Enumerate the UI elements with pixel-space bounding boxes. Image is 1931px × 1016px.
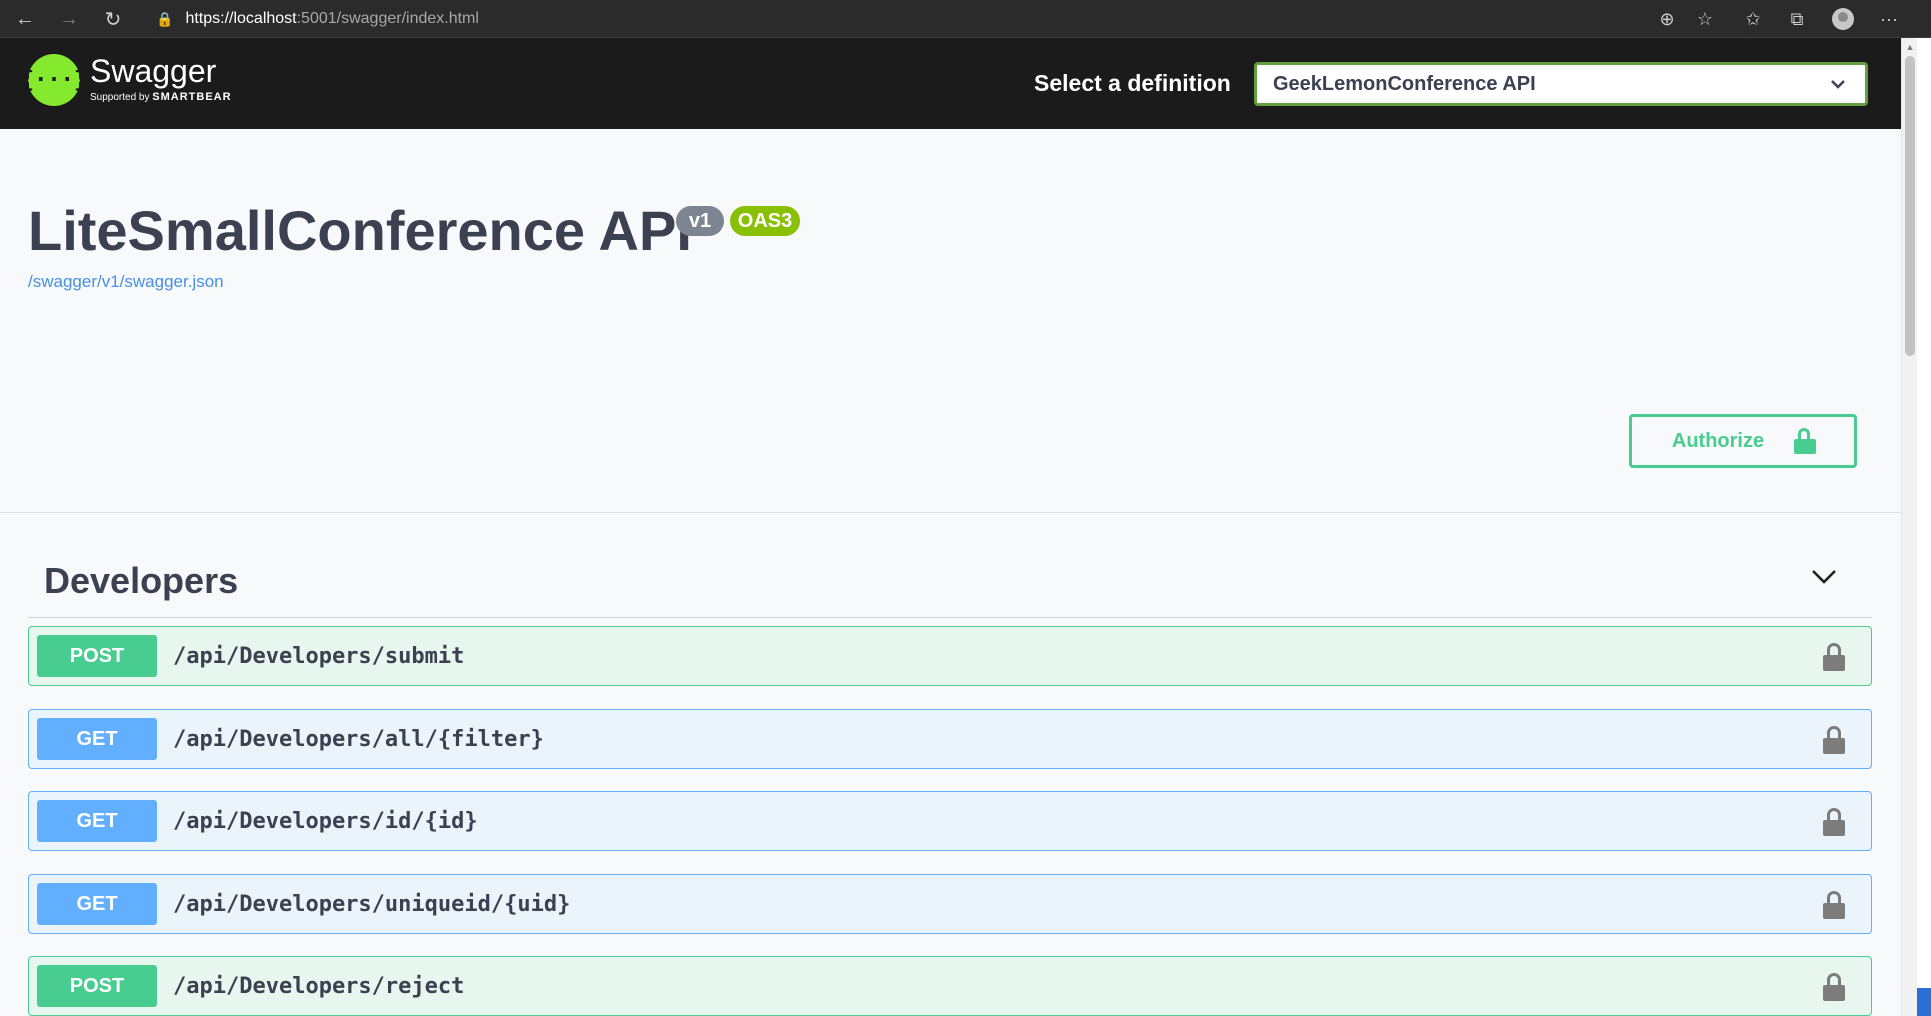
chevron-down-icon [1829,73,1847,100]
operation-post-reject[interactable]: POST /api/Developers/reject [28,956,1872,1016]
add-favorite-icon[interactable]: ☆ [1690,4,1720,34]
method-badge: POST [37,635,157,677]
url-path: :5001/swagger/index.html [296,10,479,27]
address-bar[interactable]: 🔒 https://localhost:5001/swagger/index.h… [142,4,1762,34]
definition-label: Select a definition [1034,70,1231,96]
logo-text: Swagger Supported by SMARTBEAR [90,54,232,105]
operation-get-all[interactable]: GET /api/Developers/all/{filter} [28,709,1872,769]
profile-icon[interactable] [1828,4,1858,34]
logo-sub-brand: SMARTBEAR [152,91,232,103]
logo-sub-prefix: Supported by [90,92,153,103]
section-divider [0,512,1901,513]
browser-toolbar: ← → ↻ 🔒 https://localhost:5001/swagger/i… [0,0,1931,38]
method-badge: GET [37,883,157,925]
authorize-button[interactable]: Authorize [1629,414,1857,468]
favorites-icon[interactable]: ✩ [1738,4,1768,34]
window-edge [1917,38,1931,1016]
window-edge-accent [1917,988,1931,1016]
swagger-logo-icon: {···} [21,54,87,106]
unlock-icon [1794,428,1817,454]
lock-icon[interactable] [1823,891,1845,919]
lock-icon[interactable]: 🔒 [156,11,173,28]
operation-path: /api/Developers/id/{id} [173,808,478,834]
definition-selected-value: GeekLemonConference API [1273,72,1536,95]
operation-path: /api/Developers/reject [173,973,465,999]
lock-icon[interactable] [1823,643,1845,671]
more-icon[interactable]: ··· [1874,4,1904,34]
forward-icon[interactable]: → [54,4,84,34]
logo-sub: Supported by SMARTBEAR [90,90,232,105]
tag-header-developers[interactable]: Developers [28,548,1872,618]
page-scrollbar[interactable]: ▲ [1901,38,1917,1016]
operation-post-submit[interactable]: POST /api/Developers/submit [28,626,1872,686]
version-badge: v1 [676,206,724,236]
swagger-logo[interactable]: {···} Swagger Supported by SMARTBEAR [21,54,232,106]
operation-get-uniqueid[interactable]: GET /api/Developers/uniqueid/{uid} [28,874,1872,934]
zoom-icon[interactable]: ⊕ [1652,4,1682,34]
spec-json-link[interactable]: /swagger/v1/swagger.json [28,272,224,292]
definition-select[interactable]: GeekLemonConference API [1254,62,1868,106]
chevron-down-icon[interactable] [1810,562,1838,590]
swagger-topbar: {···} Swagger Supported by SMARTBEAR Sel… [0,38,1901,129]
api-title: LiteSmallConference API [28,199,692,262]
method-badge: GET [37,800,157,842]
url-host: https://localhost [185,10,297,27]
lock-icon[interactable] [1823,808,1845,836]
operation-get-id[interactable]: GET /api/Developers/id/{id} [28,791,1872,851]
scroll-thumb[interactable] [1905,56,1915,356]
tag-name: Developers [44,560,239,601]
scroll-up-icon[interactable]: ▲ [1905,42,1915,52]
operation-path: /api/Developers/uniqueid/{uid} [173,891,571,917]
logo-name: Swagger [90,53,217,89]
lock-icon[interactable] [1823,726,1845,754]
avatar [1832,8,1854,30]
method-badge: POST [37,965,157,1007]
lock-icon[interactable] [1823,973,1845,1001]
oas-badge: OAS3 [730,206,800,236]
back-icon[interactable]: ← [10,4,40,34]
operation-path: /api/Developers/all/{filter} [173,726,544,752]
refresh-icon[interactable]: ↻ [98,4,128,34]
authorize-label: Authorize [1671,429,1765,452]
collections-icon[interactable]: ⧉ [1782,4,1812,34]
operation-path: /api/Developers/submit [173,643,465,669]
method-badge: GET [37,718,157,760]
